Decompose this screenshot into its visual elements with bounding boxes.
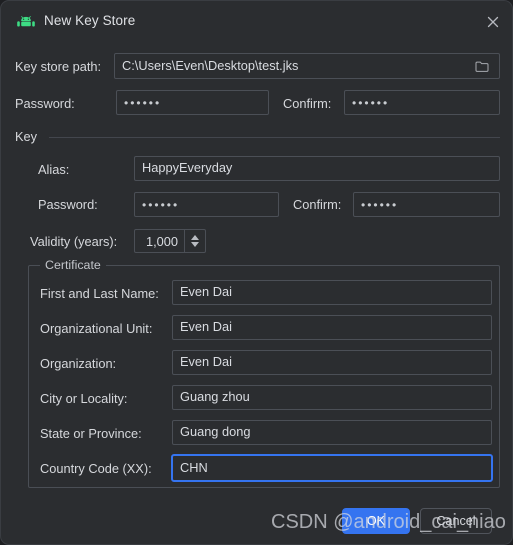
cert-label-country-code: Country Code (XX): [40,461,152,476]
validity-stepper[interactable]: 1,000 [134,229,206,253]
folder-icon[interactable] [469,53,495,79]
cert-input-state-or-province[interactable]: Guang dong [172,420,492,445]
keystore-confirm-value: •••••• [352,95,390,110]
cert-input-organization[interactable]: Even Dai [172,350,492,375]
cert-input-country-code[interactable]: CHN [171,454,493,482]
key-store-path-label: Key store path: [15,59,102,74]
cert-input-first-and-last-name[interactable]: Even Dai [172,280,492,305]
keystore-confirm-input[interactable]: •••••• [344,90,500,115]
key-password-label: Password: [38,197,98,212]
key-confirm-label: Confirm: [293,197,342,212]
cert-label-organization: Organization: [40,356,117,371]
keystore-confirm-label: Confirm: [283,96,332,111]
key-password-value: •••••• [142,197,180,212]
key-confirm-input[interactable]: •••••• [353,192,500,217]
key-section-divider [49,137,500,138]
key-section-title: Key [15,129,45,144]
keystore-password-label: Password: [15,96,75,111]
cert-input-city-or-locality[interactable]: Guang zhou [172,385,492,410]
cert-label-organizational-unit: Organizational Unit: [40,321,153,336]
cert-label-state-or-province: State or Province: [40,426,142,441]
new-key-store-dialog: New Key Store Key store path: C:\Users\E… [0,0,513,545]
validity-label: Validity (years): [30,234,118,249]
keystore-password-value: •••••• [124,95,162,110]
certificate-legend: Certificate [40,258,106,272]
validity-value[interactable]: 1,000 [135,230,184,252]
cert-input-organizational-unit[interactable]: Even Dai [172,315,492,340]
title-bar: New Key Store [1,1,512,41]
key-password-input[interactable]: •••••• [134,192,279,217]
stepper-arrows[interactable] [184,230,205,252]
stepper-up-icon[interactable] [191,235,199,240]
alias-label: Alias: [38,162,70,177]
cert-label-first-and-last-name: First and Last Name: [40,286,159,301]
dialog-title: New Key Store [44,13,136,28]
cert-label-city-or-locality: City or Locality: [40,391,128,406]
stepper-down-icon[interactable] [191,242,199,247]
ok-button[interactable]: OK [342,508,410,534]
alias-input[interactable]: HappyEveryday [134,156,500,181]
cancel-button[interactable]: Cancel [420,508,492,534]
android-robot-icon [17,15,35,27]
close-icon[interactable] [482,11,504,33]
keystore-password-input[interactable]: •••••• [116,90,269,115]
key-confirm-value: •••••• [361,197,399,212]
key-store-path-input[interactable]: C:\Users\Even\Desktop\test.jks [114,53,500,79]
